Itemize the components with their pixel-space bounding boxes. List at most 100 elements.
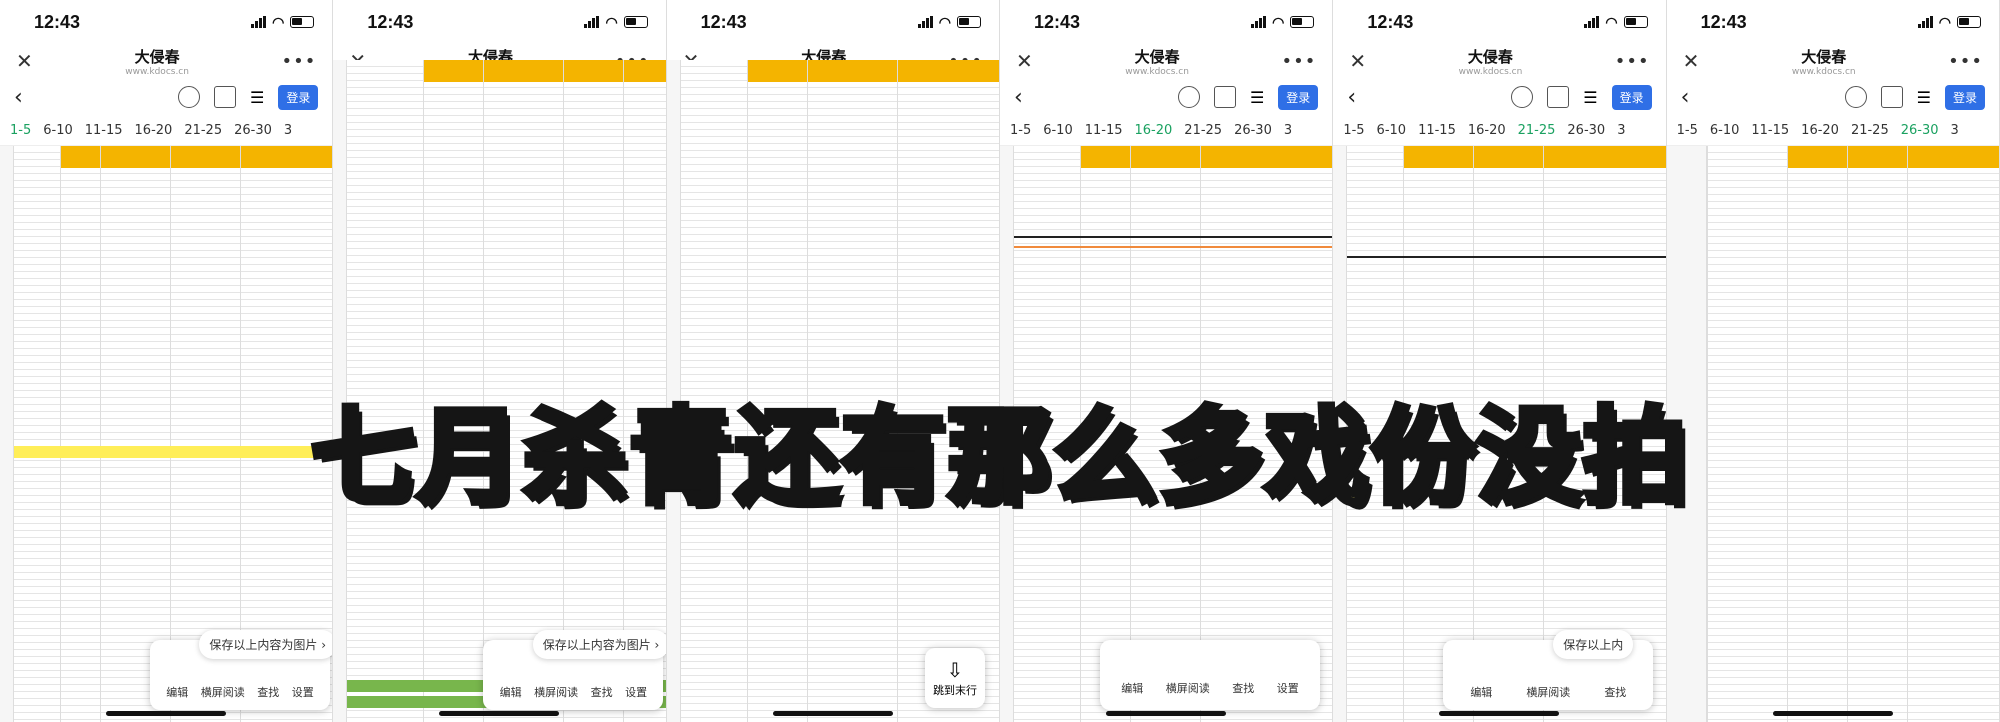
- avatar-icon[interactable]: [1844, 86, 1867, 108]
- save-as-image-button[interactable]: 保存以上内容为图片 ›: [199, 630, 333, 659]
- spreadsheet[interactable]: [1666, 146, 1999, 722]
- more-icon[interactable]: •••: [1281, 51, 1316, 72]
- page-title: 大侵春: [1134, 47, 1180, 66]
- more-icon[interactable]: •••: [1948, 51, 1983, 72]
- tab-21-25[interactable]: 21-25: [1184, 123, 1222, 138]
- avatar-icon[interactable]: [177, 86, 200, 108]
- tab-16-20[interactable]: 16-20: [1468, 123, 1506, 138]
- back-icon[interactable]: ‹: [1014, 85, 1023, 110]
- grid-line: [1403, 146, 1405, 722]
- landscape-button[interactable]: 横屏阅读: [1526, 684, 1570, 700]
- avatar-icon[interactable]: [1511, 86, 1534, 108]
- edit-button[interactable]: 编辑: [1470, 684, 1492, 700]
- tab-6-10[interactable]: 6-10: [1043, 123, 1073, 138]
- tab-1-5[interactable]: 1-5: [1677, 123, 1698, 138]
- spreadsheet[interactable]: [999, 146, 1333, 722]
- tab-16-20[interactable]: 16-20: [1801, 123, 1839, 138]
- menu-icon[interactable]: ☰: [1250, 88, 1264, 107]
- phone-screen-1: 12:43 ◠ ✕ 大侵春 www.kdocs.cn ••• ‹ ☰ 登录 1-…: [0, 0, 334, 722]
- tab-16-20[interactable]: 16-20: [1135, 123, 1173, 138]
- tab-3[interactable]: 3: [1617, 123, 1625, 138]
- edit-button[interactable]: 编辑: [1121, 680, 1143, 696]
- login-button[interactable]: 登录: [1611, 84, 1652, 110]
- grid-line: [1543, 146, 1545, 722]
- tab-26-30[interactable]: 26-30: [1901, 123, 1939, 138]
- spreadsheet[interactable]: [333, 60, 666, 722]
- more-icon[interactable]: •••: [281, 51, 316, 72]
- doc-toolbar: ‹ ☰ 登录: [0, 78, 332, 116]
- settings-button[interactable]: 设置: [292, 684, 314, 700]
- tab-16-20[interactable]: 16-20: [135, 123, 173, 138]
- settings-button[interactable]: 设置: [1277, 680, 1299, 696]
- tab-21-25[interactable]: 21-25: [1851, 123, 1889, 138]
- tab-11-15[interactable]: 11-15: [1418, 123, 1456, 138]
- spreadsheet[interactable]: [666, 60, 999, 722]
- browser-titlebar: ✕ 大侵春 www.kdocs.cn •••: [1333, 44, 1665, 78]
- action-bar: 编辑 横屏阅读 查找 设置: [1099, 640, 1320, 710]
- tab-21-25[interactable]: 21-25: [1518, 123, 1556, 138]
- landscape-button[interactable]: 横屏阅读: [1166, 680, 1210, 696]
- jump-to-last-row-button[interactable]: ⇩ 跳到末行: [924, 648, 985, 708]
- tab-1-5[interactable]: 1-5: [10, 123, 31, 138]
- status-time: 12:43: [367, 11, 414, 32]
- more-icon[interactable]: •••: [1615, 51, 1650, 72]
- grid-line: [896, 60, 898, 722]
- save-as-image-button[interactable]: 保存以上内: [1553, 630, 1634, 659]
- tab-26-30[interactable]: 26-30: [1567, 123, 1605, 138]
- tab-6-10[interactable]: 6-10: [43, 123, 73, 138]
- close-icon[interactable]: ✕: [1349, 49, 1366, 73]
- close-icon[interactable]: ✕: [16, 49, 33, 73]
- row-header: [1666, 146, 1707, 722]
- tab-11-15[interactable]: 11-15: [1751, 123, 1789, 138]
- edit-button[interactable]: 编辑: [500, 684, 522, 700]
- signal-icon: [251, 16, 267, 28]
- save-as-image-button[interactable]: 保存以上内容为图片 ›: [532, 630, 666, 659]
- tab-1-5[interactable]: 1-5: [1010, 123, 1031, 138]
- avatar-icon[interactable]: [1177, 86, 1200, 108]
- tab-3[interactable]: 3: [284, 123, 292, 138]
- back-icon[interactable]: ‹: [14, 85, 23, 110]
- close-icon[interactable]: ✕: [1683, 49, 1700, 73]
- share-icon[interactable]: [1880, 86, 1903, 108]
- tab-6-10[interactable]: 6-10: [1710, 123, 1740, 138]
- tab-1-5[interactable]: 1-5: [1343, 123, 1364, 138]
- edit-button[interactable]: 编辑: [166, 684, 188, 700]
- row-header: [999, 146, 1014, 722]
- tab-6-10[interactable]: 6-10: [1377, 123, 1407, 138]
- share-icon[interactable]: [213, 86, 236, 108]
- tab-3[interactable]: 3: [1951, 123, 1959, 138]
- settings-button[interactable]: 设置: [625, 684, 647, 700]
- close-icon[interactable]: ✕: [1016, 49, 1033, 73]
- share-icon[interactable]: [1547, 86, 1570, 108]
- status-icons: ◠: [1584, 14, 1648, 31]
- login-button[interactable]: 登录: [1944, 84, 1985, 110]
- home-indicator: [772, 711, 893, 716]
- menu-icon[interactable]: ☰: [1583, 88, 1597, 107]
- find-button[interactable]: 查找: [1232, 680, 1254, 696]
- find-button[interactable]: 查找: [591, 684, 613, 700]
- menu-icon[interactable]: ☰: [1917, 88, 1931, 107]
- back-icon[interactable]: ‹: [1347, 85, 1356, 110]
- tab-26-30[interactable]: 26-30: [1234, 123, 1272, 138]
- tab-26-30[interactable]: 26-30: [234, 123, 272, 138]
- find-button[interactable]: 查找: [1604, 684, 1626, 700]
- landscape-button[interactable]: 横屏阅读: [201, 684, 245, 700]
- status-bar: 12:43 ◠: [333, 0, 665, 44]
- tab-11-15[interactable]: 11-15: [85, 123, 123, 138]
- menu-icon[interactable]: ☰: [250, 88, 264, 107]
- login-button[interactable]: 登录: [278, 84, 319, 110]
- tab-11-15[interactable]: 11-15: [1085, 123, 1123, 138]
- find-button[interactable]: 查找: [257, 684, 279, 700]
- page-url: www.kdocs.cn: [1125, 66, 1189, 77]
- tab-21-25[interactable]: 21-25: [184, 123, 222, 138]
- status-bar: 12:43 ◠: [667, 0, 999, 44]
- tab-3[interactable]: 3: [1284, 123, 1292, 138]
- login-button[interactable]: 登录: [1278, 84, 1319, 110]
- grid-line: [1473, 146, 1475, 722]
- phone-screen-2: 12:43 ◠ ✕ 大侵春 www.kdocs.cn •••: [333, 0, 667, 722]
- share-icon[interactable]: [1213, 86, 1236, 108]
- row-header: [333, 60, 348, 722]
- grid-line: [1129, 146, 1131, 722]
- back-icon[interactable]: ‹: [1681, 85, 1690, 110]
- landscape-button[interactable]: 横屏阅读: [534, 684, 578, 700]
